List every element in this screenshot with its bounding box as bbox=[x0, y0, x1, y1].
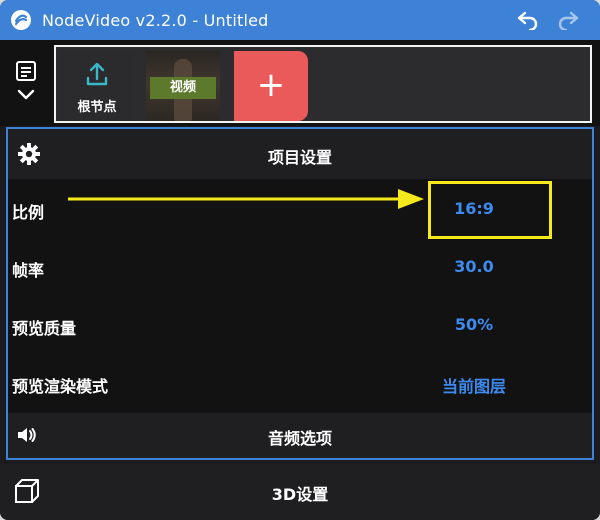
project-settings-title: 项目设置 bbox=[267, 148, 332, 167]
setting-label-render-mode: 预览渲染模式 bbox=[12, 377, 109, 396]
app-window: NodeVideo v2.2.0 - Untitled 根节点 视频 + 项目设… bbox=[0, 0, 600, 520]
undo-icon bbox=[517, 11, 538, 30]
undo-button[interactable] bbox=[508, 0, 548, 40]
add-icon: + bbox=[256, 65, 286, 105]
project-settings-panel: 项目设置 比例 16:9 帧率 30.0 预览质量 50% 预览渲染模式 当前图… bbox=[6, 127, 594, 460]
node-root[interactable]: 根节点 bbox=[60, 51, 134, 121]
node-video-label: 视频 bbox=[150, 77, 216, 99]
audio-options-title: 音频选项 bbox=[267, 429, 332, 448]
setting-label-preview-quality: 预览质量 bbox=[12, 319, 77, 338]
setting-value-preview-quality[interactable]: 50% bbox=[368, 315, 580, 334]
layers-list-icon[interactable] bbox=[15, 60, 37, 82]
setting-value-render-mode[interactable]: 当前图层 bbox=[368, 373, 580, 397]
upload-icon bbox=[86, 62, 108, 86]
redo-icon bbox=[558, 11, 579, 30]
setting-row-framerate[interactable]: 帧率 30.0 bbox=[8, 239, 592, 297]
redo-button[interactable] bbox=[548, 0, 588, 40]
annotation-arrow-icon bbox=[68, 189, 424, 209]
chevron-down-icon[interactable] bbox=[16, 88, 36, 102]
node-strip: 根节点 视频 + bbox=[0, 40, 600, 126]
settings-3d-title: 3D设置 bbox=[271, 485, 329, 504]
title-bar: NodeVideo v2.2.0 - Untitled bbox=[0, 0, 600, 40]
setting-row-preview-quality[interactable]: 预览质量 50% bbox=[8, 297, 592, 355]
strip-menu[interactable] bbox=[8, 60, 44, 116]
setting-row-render-mode[interactable]: 预览渲染模式 当前图层 bbox=[8, 355, 592, 413]
settings-3d-header[interactable]: 3D设置 bbox=[0, 464, 600, 520]
annotation-highlight-box bbox=[428, 181, 552, 239]
node-root-label: 根节点 bbox=[77, 100, 117, 115]
setting-label-framerate: 帧率 bbox=[12, 261, 45, 280]
node-video[interactable]: 视频 bbox=[146, 51, 220, 121]
project-settings-header[interactable]: 项目设置 bbox=[8, 129, 592, 179]
setting-label-aspect: 比例 bbox=[12, 203, 45, 222]
audio-options-header[interactable]: 音频选项 bbox=[8, 413, 592, 458]
node-list: 根节点 视频 + bbox=[54, 45, 592, 123]
setting-value-framerate[interactable]: 30.0 bbox=[368, 257, 580, 276]
add-node-button[interactable]: + bbox=[234, 51, 308, 121]
window-title: NodeVideo v2.2.0 - Untitled bbox=[42, 10, 269, 30]
app-logo-icon bbox=[10, 9, 32, 31]
